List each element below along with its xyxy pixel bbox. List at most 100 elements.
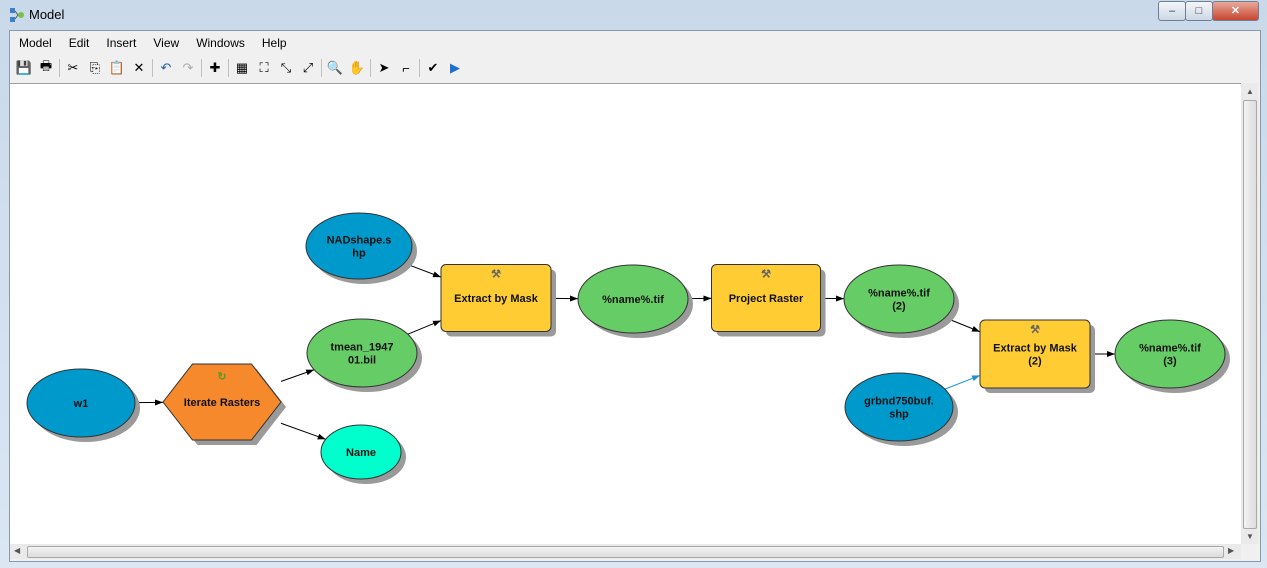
node-extract2[interactable]: ⚒ Extract by Mask(2) xyxy=(979,319,1095,393)
node-label: Extract by Mask xyxy=(993,343,1078,355)
scroll-left-icon[interactable]: ◀ xyxy=(14,546,20,555)
node-label: NADshape.s xyxy=(327,235,392,247)
toolbar-separator xyxy=(321,59,322,77)
node-out2[interactable]: %name%.tif(2) xyxy=(843,264,959,338)
zoom-in-button[interactable]: 🔍 xyxy=(324,57,346,79)
connector-tmean-extract1[interactable] xyxy=(407,320,442,335)
connector-iterate-name[interactable] xyxy=(280,422,326,440)
node-label: %name%.tif xyxy=(868,288,930,300)
pan-button[interactable]: ✋ xyxy=(346,57,368,79)
full-extent-button[interactable]: ⛶ xyxy=(253,57,275,79)
toolbar-separator xyxy=(419,59,420,77)
menu-edit[interactable]: Edit xyxy=(60,33,98,53)
scroll-up-icon[interactable]: ▲ xyxy=(1246,87,1254,96)
model-diagram: w1 ↻ Iterate Rasters tmean_194701.bil Name NA… xyxy=(26,212,1230,484)
cut-button[interactable]: ✂ xyxy=(62,57,84,79)
close-button[interactable]: ✕ xyxy=(1212,1,1259,21)
toolbar-separator xyxy=(59,59,60,77)
undo-button[interactable]: ↶ xyxy=(155,57,177,79)
node-nadshape[interactable]: NADshape.shp xyxy=(305,212,417,284)
menu-model[interactable]: Model xyxy=(10,33,60,53)
add-data-icon: ✚ xyxy=(209,60,221,75)
maximize-button[interactable]: □ xyxy=(1185,1,1213,21)
menu-help[interactable]: Help xyxy=(253,33,295,53)
connector-iterate-tmean[interactable] xyxy=(280,369,315,382)
minimize-button[interactable]: – xyxy=(1158,1,1186,21)
select-icon: ➤ xyxy=(378,60,390,75)
scroll-right-icon[interactable]: ▶ xyxy=(1228,546,1234,555)
node-label: 01.bil xyxy=(348,355,376,367)
paste-button[interactable]: 📋 xyxy=(106,57,128,79)
node-w1[interactable]: w1 xyxy=(26,368,140,442)
title-bar: Model – □ ✕ xyxy=(0,0,1267,30)
node-label: hp xyxy=(352,248,366,260)
node-label: Iterate Rasters xyxy=(184,397,260,409)
node-grbnd[interactable]: grbnd750buf.shp xyxy=(844,372,958,446)
cut-icon: ✂ xyxy=(67,60,79,75)
toolbar: 💾 🖶 ✂ ⎘ 📋 ✕ ↶ ↷ ✚ ▦ ⛶ ⤡ ⤢ 🔍 ✋ ➤ ⌐ ✔ ▶ xyxy=(13,56,466,80)
fixed-zoom-out-button[interactable]: ⤢ xyxy=(297,57,319,79)
vertical-scroll-thumb[interactable] xyxy=(1243,100,1257,529)
auto-layout-button[interactable]: ▦ xyxy=(231,57,253,79)
node-label: Name xyxy=(346,447,376,459)
auto-layout-icon: ▦ xyxy=(235,60,249,75)
menu-windows[interactable]: Windows xyxy=(187,33,253,53)
fixed-zoom-in-icon: ⤡ xyxy=(280,60,292,75)
fixed-zoom-in-button[interactable]: ⤡ xyxy=(275,57,297,79)
connector-grbnd-extract2[interactable] xyxy=(944,374,981,390)
scroll-down-icon[interactable]: ▼ xyxy=(1246,532,1254,541)
horizontal-scrollbar[interactable]: ◀ ▶ xyxy=(10,544,1241,559)
model-window: Model – □ ✕ Model Edit Insert View Windows He… xyxy=(0,0,1267,568)
connect-button[interactable]: ⌐ xyxy=(395,57,417,79)
node-iterate[interactable]: ↻ Iterate Rasters xyxy=(162,363,286,445)
node-tmean[interactable]: tmean_194701.bil xyxy=(306,318,422,392)
print-button[interactable]: 🖶 xyxy=(35,57,57,79)
select-button[interactable]: ➤ xyxy=(373,57,395,79)
node-label: w1 xyxy=(73,398,89,410)
node-label: (3) xyxy=(1163,356,1177,368)
copy-icon: ⎘ xyxy=(89,60,101,75)
validate-button[interactable]: ✔ xyxy=(422,57,444,79)
node-name[interactable]: Name xyxy=(320,424,406,484)
node-extract1[interactable]: ⚒ Extract by Mask xyxy=(440,264,556,337)
run-icon: ▶ xyxy=(450,60,460,75)
node-label: %name%.tif xyxy=(602,294,664,306)
horizontal-scroll-thumb[interactable] xyxy=(27,546,1224,558)
menu-bar: Model Edit Insert View Windows Help xyxy=(10,33,295,53)
add-data-button[interactable]: ✚ xyxy=(204,57,226,79)
hammer-icon: ⚒ xyxy=(491,269,501,281)
validate-icon: ✔ xyxy=(427,60,439,75)
node-out1[interactable]: %name%.tif xyxy=(577,264,693,338)
node-label: %name%.tif xyxy=(1139,343,1201,355)
undo-icon: ↶ xyxy=(160,60,172,75)
toolbar-separator xyxy=(152,59,153,77)
print-icon: 🖶 xyxy=(39,58,53,73)
node-label: Extract by Mask xyxy=(454,293,539,305)
node-label: shp xyxy=(889,409,909,421)
toolbar-separator xyxy=(228,59,229,77)
node-label: (2) xyxy=(1028,356,1042,368)
save-button[interactable]: 💾 xyxy=(13,57,35,79)
copy-button[interactable]: ⎘ xyxy=(84,57,106,79)
redo-button[interactable]: ↷ xyxy=(177,57,199,79)
delete-button[interactable]: ✕ xyxy=(128,57,150,79)
menu-insert[interactable]: Insert xyxy=(97,33,144,53)
node-label: Project Raster xyxy=(729,293,804,305)
connect-icon: ⌐ xyxy=(402,60,410,76)
node-project[interactable]: ⚒ Project Raster xyxy=(711,264,826,337)
fixed-zoom-out-icon: ⤢ xyxy=(302,60,314,75)
run-button[interactable]: ▶ xyxy=(444,57,466,79)
redo-icon: ↷ xyxy=(182,60,194,75)
menu-view[interactable]: View xyxy=(144,33,187,53)
zoom-in-icon: 🔍 xyxy=(326,60,344,75)
vertical-scrollbar[interactable]: ▲ ▼ xyxy=(1241,83,1258,544)
save-icon: 💾 xyxy=(15,60,33,75)
delete-icon: ✕ xyxy=(133,60,145,75)
node-out3[interactable]: %name%.tif(3) xyxy=(1114,319,1230,393)
client-area: Model Edit Insert View Windows Help 💾 🖶 ✂ ⎘ 📋 ✕ ↶ ↷ ✚… xyxy=(9,30,1261,562)
toolbar-separator xyxy=(370,59,371,77)
hammer-icon: ⚒ xyxy=(1030,324,1040,336)
model-canvas[interactable]: w1 ↻ Iterate Rasters tmean_1947 01.bil Name NA… xyxy=(10,83,1241,545)
node-label: tmean_1947 xyxy=(331,342,394,354)
pan-icon: ✋ xyxy=(348,60,366,75)
